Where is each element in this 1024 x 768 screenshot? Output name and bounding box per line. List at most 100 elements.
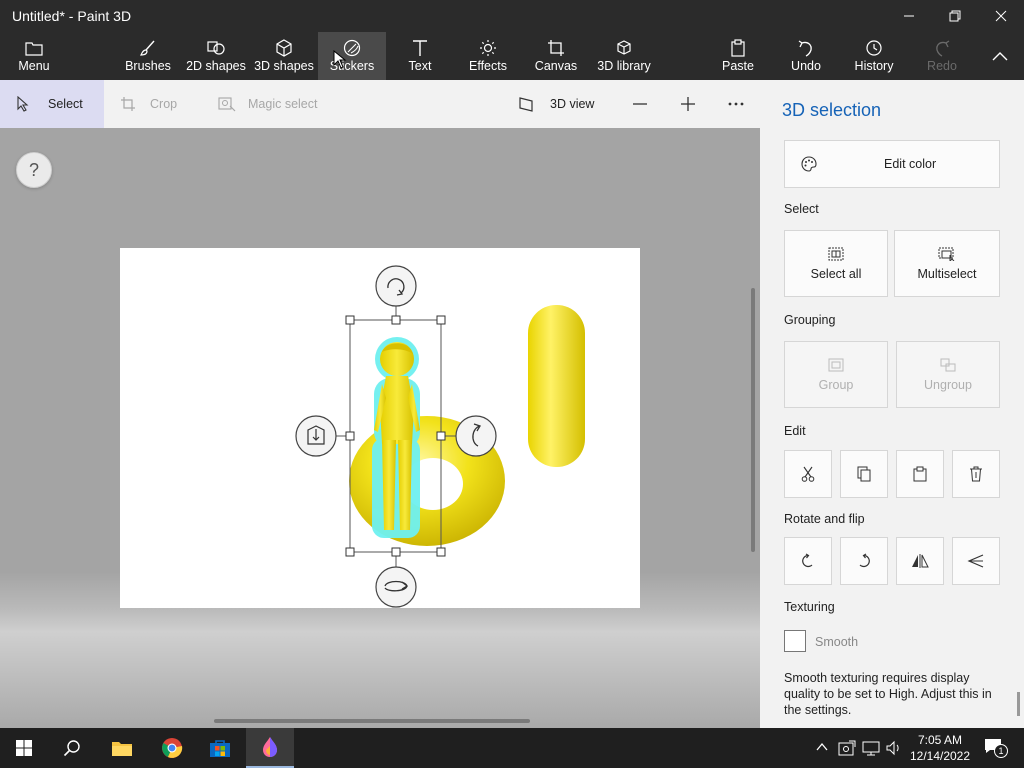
- redo-icon: [936, 40, 950, 57]
- paste-button[interactable]: Paste: [714, 32, 762, 80]
- flip-vertical-button[interactable]: [952, 537, 1000, 585]
- file-explorer-button[interactable]: [98, 728, 146, 768]
- magic-select-label: Magic select: [248, 97, 318, 111]
- tab-text[interactable]: Text: [396, 32, 444, 80]
- network-icon[interactable]: [862, 740, 880, 756]
- action-center-button[interactable]: 1: [982, 738, 1008, 758]
- character-figure[interactable]: [372, 337, 420, 538]
- ungroup-button[interactable]: Ungroup: [896, 341, 1000, 408]
- paste-icon: [913, 466, 927, 482]
- smooth-checkbox[interactable]: [784, 630, 806, 652]
- delete-button[interactable]: [952, 450, 1000, 498]
- multiselect-button[interactable]: Multiselect: [894, 230, 1000, 297]
- select-all-button[interactable]: Select all: [784, 230, 888, 297]
- paint-3d-taskbar-button[interactable]: [246, 728, 294, 768]
- edit-color-button[interactable]: Edit color: [784, 140, 1000, 188]
- history-button[interactable]: History: [846, 32, 902, 80]
- cut-button[interactable]: [784, 450, 832, 498]
- zoom-in-button[interactable]: [678, 80, 698, 128]
- group-button[interactable]: Group: [784, 341, 888, 408]
- tab-3d-library[interactable]: 3D library: [594, 32, 654, 80]
- search-icon: [63, 740, 80, 757]
- capsule-shape[interactable]: [528, 305, 585, 467]
- tab-effects[interactable]: Effects: [462, 32, 514, 80]
- rotate-right-button[interactable]: [840, 537, 888, 585]
- paste-icon: [731, 39, 745, 57]
- canvas[interactable]: [120, 248, 640, 608]
- flip-horizontal-button[interactable]: [896, 537, 944, 585]
- file-explorer-icon: [112, 742, 132, 756]
- rotate-left-button[interactable]: [784, 537, 832, 585]
- security-icon[interactable]: [838, 740, 856, 756]
- tab-stickers[interactable]: Stickers: [318, 32, 386, 80]
- rotate-z-handle[interactable]: [375, 265, 417, 307]
- minus-icon: [633, 103, 647, 105]
- smooth-label: Smooth: [815, 635, 859, 649]
- horizontal-scrollbar[interactable]: [214, 719, 530, 723]
- flip-horizontal-icon: [912, 554, 929, 568]
- effects-sun-icon: [480, 40, 496, 56]
- clock[interactable]: 7:05 AM 12/14/2022: [902, 732, 978, 764]
- flip-vertical-icon: [967, 554, 984, 568]
- canvas-crop-icon: [548, 40, 564, 56]
- group-icon: [828, 358, 844, 371]
- chrome-button[interactable]: [148, 728, 196, 768]
- rotate-y-handle[interactable]: [295, 415, 337, 457]
- minimize-button[interactable]: [886, 0, 932, 32]
- crop-tool[interactable]: Crop: [120, 80, 190, 128]
- 3d-view-toggle[interactable]: 3D view: [518, 80, 608, 128]
- collapse-ribbon-button[interactable]: [980, 32, 1020, 80]
- 3d-view-icon: [519, 97, 533, 112]
- redo-button[interactable]: Redo: [918, 32, 966, 80]
- tab-3d-shapes[interactable]: 3D shapes: [254, 32, 314, 80]
- vertical-scrollbar[interactable]: [751, 288, 755, 552]
- ellipsis-icon: [728, 102, 744, 106]
- move-depth-handle[interactable]: [375, 566, 417, 608]
- chevron-up-tray-icon[interactable]: [816, 742, 828, 752]
- paste-panel-button[interactable]: [896, 450, 944, 498]
- group-label: Group: [818, 377, 854, 392]
- select-tool[interactable]: Select: [0, 80, 104, 128]
- rotate-x-handle[interactable]: [455, 415, 497, 457]
- close-button[interactable]: [978, 0, 1024, 32]
- copy-button[interactable]: [840, 450, 888, 498]
- windows-logo-icon: [16, 740, 32, 756]
- crop-icon: [121, 97, 135, 111]
- menu-button[interactable]: Menu: [6, 32, 62, 80]
- undo-icon: [798, 40, 812, 57]
- more-options-button[interactable]: [726, 80, 746, 128]
- tab-2d-shapes[interactable]: 2D shapes: [186, 32, 246, 80]
- panel-scrollbar[interactable]: [1017, 692, 1020, 716]
- multiselect-label: Multiselect: [917, 266, 977, 281]
- workspace: ?: [0, 50, 760, 728]
- chrome-icon: [162, 738, 183, 758]
- select-label: Select: [48, 97, 83, 111]
- crop-label: Crop: [150, 97, 178, 111]
- store-button[interactable]: [196, 728, 244, 768]
- tab-label: Text: [408, 59, 432, 73]
- tab-canvas[interactable]: Canvas: [530, 32, 582, 80]
- trash-icon: [970, 466, 982, 482]
- ribbon: Menu Brushes 2D shapes 3D shapes Sticker…: [0, 32, 1024, 80]
- select-all-label: Select all: [810, 266, 862, 281]
- restore-button[interactable]: [932, 0, 978, 32]
- zoom-out-button[interactable]: [630, 80, 650, 128]
- multiselect-icon: [938, 247, 955, 261]
- cursor-arrow-icon: [17, 96, 29, 112]
- undo-label: Undo: [791, 59, 821, 73]
- window-title: Untitled* - Paint 3D: [12, 8, 132, 24]
- tab-label: 2D shapes: [186, 59, 246, 73]
- close-icon: [995, 10, 1007, 22]
- undo-button[interactable]: Undo: [782, 32, 830, 80]
- tab-label: Canvas: [534, 59, 578, 73]
- brush-icon: [140, 40, 155, 56]
- magic-select-tool[interactable]: Magic select: [218, 80, 328, 128]
- start-button[interactable]: [0, 728, 48, 768]
- rotate-flip-heading: Rotate and flip: [784, 512, 865, 526]
- volume-icon[interactable]: [886, 740, 902, 756]
- help-button[interactable]: ?: [16, 152, 52, 188]
- search-button[interactable]: [48, 728, 96, 768]
- tab-brushes[interactable]: Brushes: [120, 32, 176, 80]
- mouse-cursor-icon: [333, 50, 347, 69]
- chevron-up-icon: [992, 52, 1008, 61]
